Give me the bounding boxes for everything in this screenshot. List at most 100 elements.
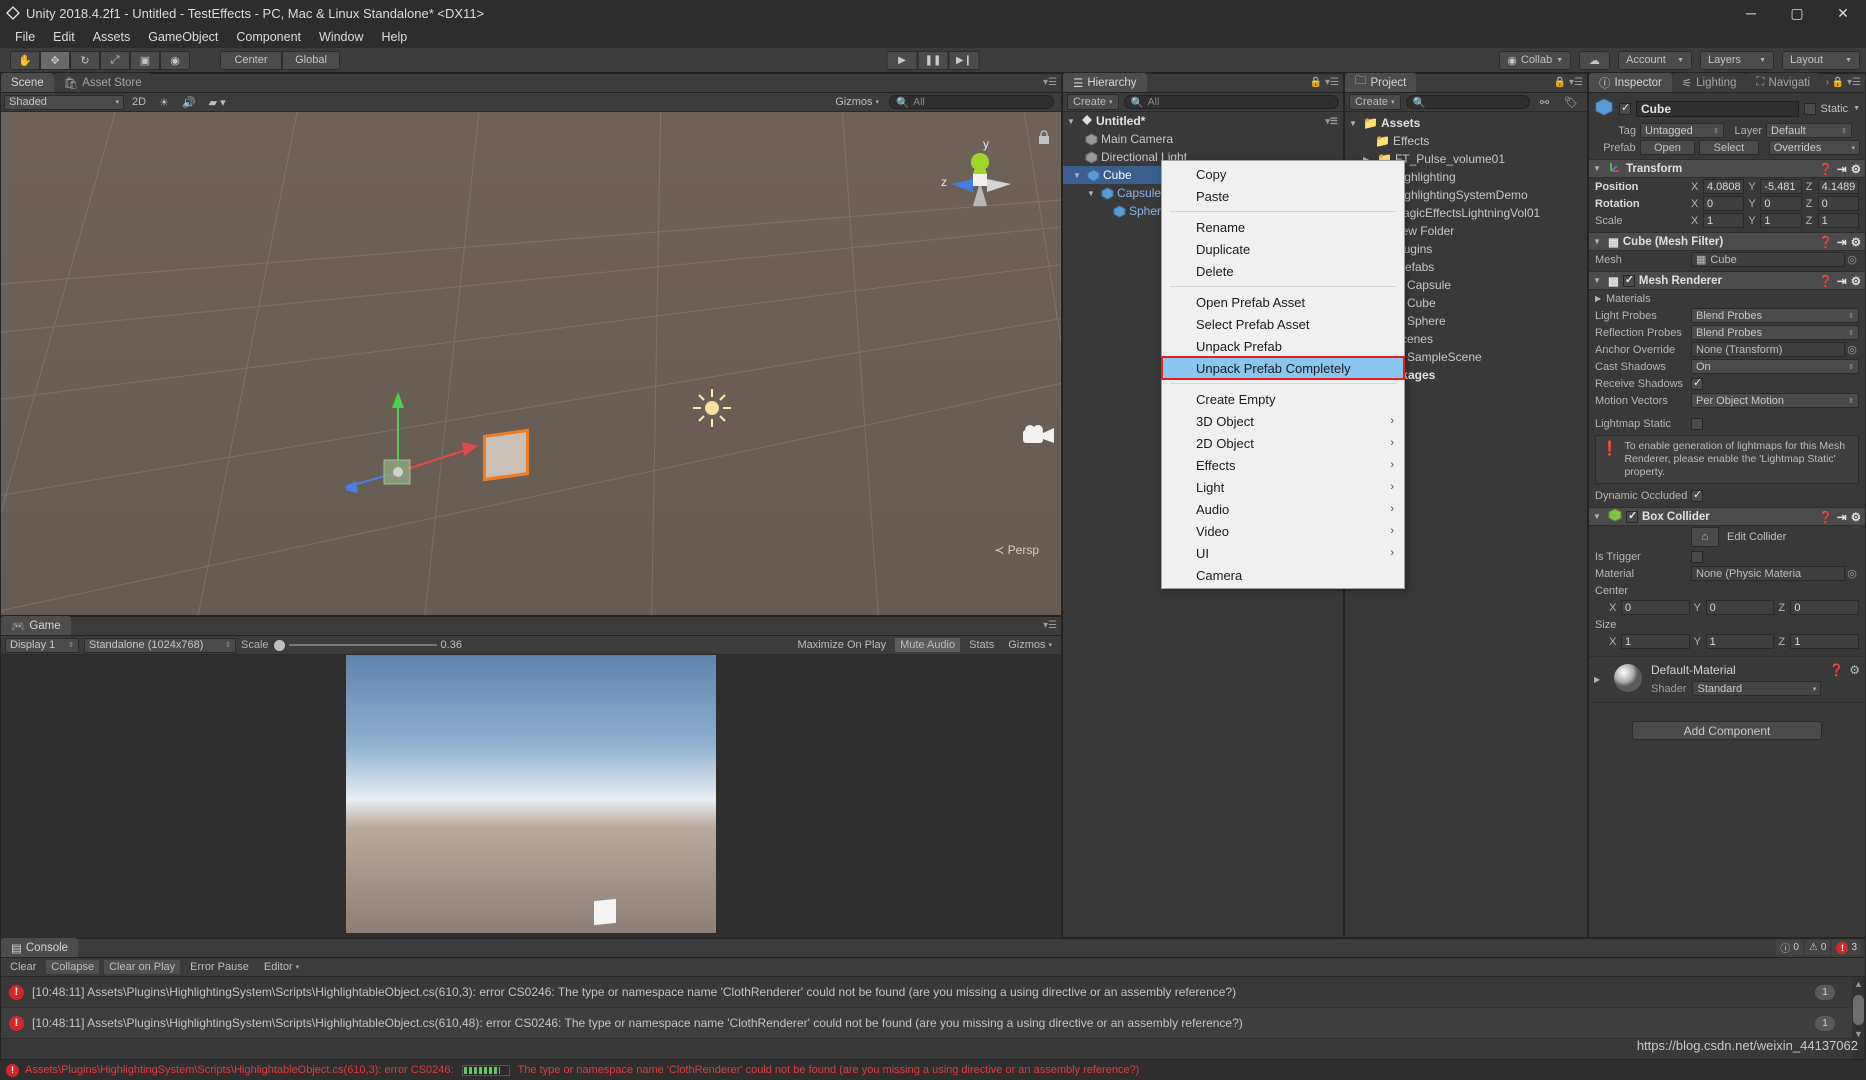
mesh-object-field[interactable]: ▦ Cube <box>1691 252 1845 267</box>
component-header-box-collider[interactable]: ▼ Box Collider ❓ ⇥ ⚙ <box>1589 507 1865 527</box>
game-gizmos-button[interactable]: Gizmos ▾ <box>1003 638 1057 652</box>
chevron-down-icon[interactable]: ▼ <box>1593 164 1604 173</box>
ctx-create-empty[interactable]: Create Empty <box>1162 388 1404 410</box>
gear-icon[interactable]: ⚙ <box>1849 663 1860 677</box>
project-create-button[interactable]: Create ▾ <box>1349 94 1401 110</box>
anchor-picker-icon[interactable]: ◎ <box>1845 343 1859 356</box>
anchor-override-field[interactable]: None (Transform) <box>1691 342 1845 357</box>
collider-size-x-input[interactable]: 1 <box>1621 634 1690 650</box>
layout-dropdown[interactable]: Layout ▼ <box>1782 50 1860 70</box>
menu-window[interactable]: Window <box>310 28 372 46</box>
shader-dropdown[interactable]: Standard ▾ <box>1692 681 1822 697</box>
menu-gameobject[interactable]: GameObject <box>139 28 227 46</box>
help-icon[interactable]: ❓ <box>1829 663 1844 677</box>
play-button[interactable]: ▶ <box>886 50 918 70</box>
hierarchy-create-button[interactable]: Create ▾ <box>1067 94 1119 110</box>
dynamic-occluded-checkbox[interactable] <box>1691 488 1703 502</box>
scene-2d-toggle[interactable]: 2D <box>127 95 151 109</box>
ctx-copy[interactable]: Copy <box>1162 163 1404 185</box>
scene-perspective-label[interactable]: ≺ Persp <box>994 543 1039 557</box>
component-header-transform[interactable]: ▼ Transform ❓ ⇥ ⚙ <box>1589 159 1865 178</box>
chevron-down-icon[interactable]: ▼ <box>1593 237 1604 246</box>
project-item-assets[interactable]: ▼ 📁 Assets <box>1345 114 1587 132</box>
rotate-tool-button[interactable]: ↻ <box>70 50 100 70</box>
collider-size-y-input[interactable]: 1 <box>1705 634 1775 650</box>
gear-icon[interactable]: ⚙ <box>1851 162 1861 176</box>
game-viewport[interactable] <box>1 655 1061 938</box>
game-display-dropdown[interactable]: Display 1 ⇳ <box>5 637 79 653</box>
step-button[interactable]: ▶❙ <box>948 50 980 70</box>
preset-icon[interactable]: ⇥ <box>1837 274 1847 288</box>
scale-tool-button[interactable]: ⤢ <box>100 50 130 70</box>
mute-audio-button[interactable]: Mute Audio <box>895 638 961 652</box>
prefab-open-button[interactable]: Open <box>1639 140 1696 155</box>
edit-collider-button[interactable]: ⌂ <box>1691 527 1719 548</box>
scene-orientation-gizmo[interactable]: y z <box>935 134 1025 224</box>
lightmap-static-checkbox[interactable] <box>1691 417 1703 430</box>
help-icon[interactable]: ❓ <box>1819 274 1833 288</box>
help-icon[interactable]: ❓ <box>1819 162 1833 176</box>
chevron-right-icon[interactable]: ▶ <box>1594 675 1605 684</box>
prefab-overrides-dropdown[interactable]: Overrides ▾ <box>1768 140 1861 155</box>
prefab-select-button[interactable]: Select <box>1699 140 1759 155</box>
scale-y-input[interactable]: 1 <box>1760 213 1802 228</box>
add-component-button[interactable]: Add Component <box>1632 721 1822 741</box>
tab-navigation[interactable]: ⛶ Navigati <box>1746 73 1821 92</box>
box-collider-enabled-checkbox[interactable] <box>1626 509 1638 523</box>
tab-console[interactable]: ▤ Console <box>1 938 79 957</box>
ctx-unpack-prefab-completely[interactable]: Unpack Prefab Completely <box>1161 356 1405 380</box>
scene-gizmos-dropdown[interactable]: Gizmos ▾ <box>830 95 884 109</box>
rect-tool-button[interactable]: ▣ <box>130 50 160 70</box>
ctx-effects[interactable]: Effects › <box>1162 454 1404 476</box>
game-aspect-dropdown[interactable]: Standalone (1024x768) ⇳ <box>84 637 236 653</box>
ctx-rename[interactable]: Rename <box>1162 216 1404 238</box>
console-scrollbar-thumb[interactable] <box>1853 995 1864 1025</box>
console-message-row[interactable]: ! [10:48:11] Assets\Plugins\Highlighting… <box>1 1008 1865 1039</box>
position-y-input[interactable]: -5.481 <box>1760 179 1802 194</box>
gear-icon[interactable]: ⚙ <box>1851 510 1861 524</box>
is-trigger-checkbox[interactable] <box>1691 550 1703 563</box>
status-bar[interactable]: ! Assets\Plugins\HighlightingSystem\Scri… <box>0 1060 1866 1080</box>
hierarchy-panel-menu-icon[interactable]: 🔒 ▾☰ <box>1310 77 1339 88</box>
material-picker-icon[interactable]: ◎ <box>1845 567 1859 580</box>
move-tool-button[interactable]: ✥ <box>40 50 70 70</box>
scale-slider-thumb[interactable] <box>273 639 285 651</box>
tab-lighting[interactable]: ⚟ Lighting <box>1671 73 1747 92</box>
maximize-on-play-button[interactable]: Maximize On Play <box>792 638 891 652</box>
collider-material-field[interactable]: None (Physic Materia <box>1691 566 1845 582</box>
console-error-count[interactable]: ! 3 <box>1832 940 1861 955</box>
collider-center-z-input[interactable]: 0 <box>1790 600 1860 616</box>
collider-center-y-input[interactable]: 0 <box>1705 600 1775 616</box>
pivot-mode-button[interactable]: Center <box>220 50 282 70</box>
tab-scene[interactable]: Scene <box>1 73 54 92</box>
inspector-panel-menu-icon[interactable]: › 🔒 ▾☰ <box>1826 77 1861 88</box>
hand-tool-button[interactable]: ✋ <box>10 50 40 70</box>
minimize-button[interactable]: ─ <box>1728 0 1774 26</box>
reflection-probes-dropdown[interactable]: Blend Probes ⇳ <box>1691 325 1859 340</box>
collab-button[interactable]: ◉ Collab ▼ <box>1499 50 1571 70</box>
layers-dropdown[interactable]: Layers ▼ <box>1700 50 1774 70</box>
tab-game[interactable]: 🎮 Game <box>1 616 71 635</box>
menu-component[interactable]: Component <box>227 28 310 46</box>
static-checkbox[interactable] <box>1803 102 1816 115</box>
scene-shading-dropdown[interactable]: Shaded ▾ <box>4 94 124 110</box>
component-header-mesh-filter[interactable]: ▼ ▦ Cube (Mesh Filter) ❓ ⇥ ⚙ <box>1589 232 1865 251</box>
scroll-up-icon[interactable]: ▲ <box>1854 979 1863 989</box>
receive-shadows-checkbox[interactable] <box>1691 376 1703 390</box>
layer-dropdown[interactable]: Default ⇳ <box>1766 123 1852 138</box>
tag-dropdown[interactable]: Untagged ⇳ <box>1640 123 1724 138</box>
pause-button[interactable]: ❚❚ <box>917 50 949 70</box>
chevron-down-icon[interactable]: ▼ <box>1087 189 1098 198</box>
gear-icon[interactable]: ⚙ <box>1851 235 1861 249</box>
selected-object-outline[interactable] <box>483 428 529 482</box>
scale-z-input[interactable]: 1 <box>1817 213 1859 228</box>
help-icon[interactable]: ❓ <box>1819 510 1833 524</box>
chevron-down-icon[interactable]: ▼ <box>1067 117 1078 126</box>
menu-help[interactable]: Help <box>372 28 416 46</box>
chevron-down-icon[interactable]: ▼ <box>1593 512 1604 521</box>
scene-search-field[interactable]: 🔍 All <box>889 95 1054 109</box>
game-panel-menu-icon[interactable]: ▾☰ <box>1043 620 1057 631</box>
rotation-y-input[interactable]: 0 <box>1760 196 1802 211</box>
ctx-delete[interactable]: Delete <box>1162 260 1404 282</box>
lock-icon[interactable] <box>1037 130 1051 146</box>
